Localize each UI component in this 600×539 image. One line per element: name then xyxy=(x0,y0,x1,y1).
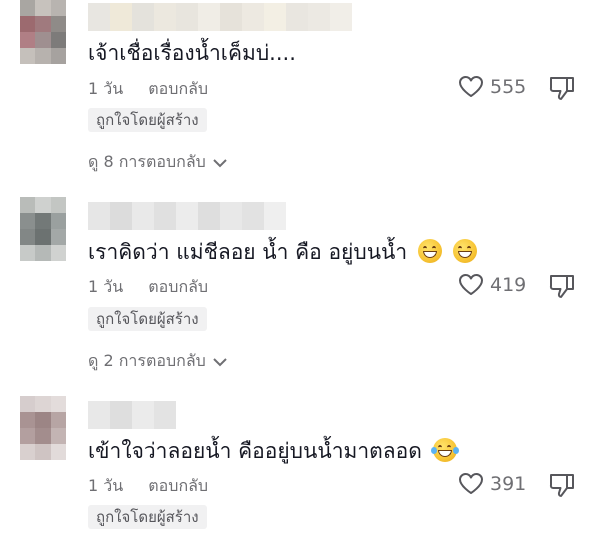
view-replies-button[interactable]: ดู 8 การตอบกลับ xyxy=(88,150,228,175)
reply-button[interactable]: ตอบกลับ xyxy=(148,476,208,495)
heart-icon xyxy=(459,76,483,97)
view-replies-label: ดู 2 การตอบกลับ xyxy=(88,351,206,370)
avatar[interactable] xyxy=(20,396,66,460)
reply-button[interactable]: ตอบกลับ xyxy=(148,79,208,98)
heart-icon xyxy=(459,473,483,494)
comment-meta: 1 วัน ตอบกลับ xyxy=(88,275,228,300)
dislike-icon[interactable] xyxy=(548,273,576,299)
like-button[interactable]: 555 xyxy=(458,75,526,99)
view-replies-label: ดู 8 การตอบกลับ xyxy=(88,152,206,171)
grinning-face-emoji xyxy=(452,239,477,263)
comment-item: เราคิดว่า แม่ชีลอย น้ำ คือ อยู่บนน้ำ 1 ว… xyxy=(0,197,600,387)
chevron-down-icon xyxy=(213,357,227,366)
grinning-face-emoji xyxy=(417,239,442,263)
comment-meta: 1 วัน ตอบกลับ xyxy=(88,474,228,499)
view-replies-button[interactable]: ดู 2 การตอบกลับ xyxy=(88,349,228,374)
liked-by-creator-badge: ถูกใจโดยผู้สร้าง xyxy=(88,108,207,132)
face-with-tears-of-joy-emoji xyxy=(430,438,459,462)
comment-text: เราคิดว่า แม่ชีลอย น้ำ คือ อยู่บนน้ำ xyxy=(88,237,477,267)
avatar[interactable] xyxy=(20,197,66,261)
comment-text: เข้าใจว่าลอยน้ำ คืออยู่บนน้ำมาตลอด xyxy=(88,436,459,466)
liked-by-creator-badge: ถูกใจโดยผู้สร้าง xyxy=(88,505,207,529)
liked-by-creator-badge: ถูกใจโดยผู้สร้าง xyxy=(88,307,207,331)
comment-time: 1 วัน xyxy=(88,476,124,495)
username[interactable] xyxy=(88,3,352,31)
comment-time: 1 วัน xyxy=(88,79,124,98)
username[interactable] xyxy=(88,202,286,230)
comment-item: เข้าใจว่าลอยน้ำ คืออยู่บนน้ำมาตลอด 1 วัน… xyxy=(0,396,600,539)
comment-item: เจ้าเชื่อเรื่องน้ำเค็มบ่.... 1 วัน ตอบกล… xyxy=(0,0,600,190)
comment-time: 1 วัน xyxy=(88,277,124,296)
avatar[interactable] xyxy=(20,0,66,64)
like-count: 419 xyxy=(490,274,527,296)
dislike-icon[interactable] xyxy=(548,472,576,498)
username[interactable] xyxy=(88,401,176,429)
like-count: 391 xyxy=(490,473,527,495)
like-button[interactable]: 419 xyxy=(458,273,526,297)
heart-icon xyxy=(459,274,483,295)
like-count: 555 xyxy=(490,76,527,98)
comment-meta: 1 วัน ตอบกลับ xyxy=(88,77,228,102)
reply-button[interactable]: ตอบกลับ xyxy=(148,277,208,296)
dislike-icon[interactable] xyxy=(548,75,576,101)
comment-text: เจ้าเชื่อเรื่องน้ำเค็มบ่.... xyxy=(88,41,296,65)
like-button[interactable]: 391 xyxy=(458,472,526,496)
chevron-down-icon xyxy=(213,158,227,167)
